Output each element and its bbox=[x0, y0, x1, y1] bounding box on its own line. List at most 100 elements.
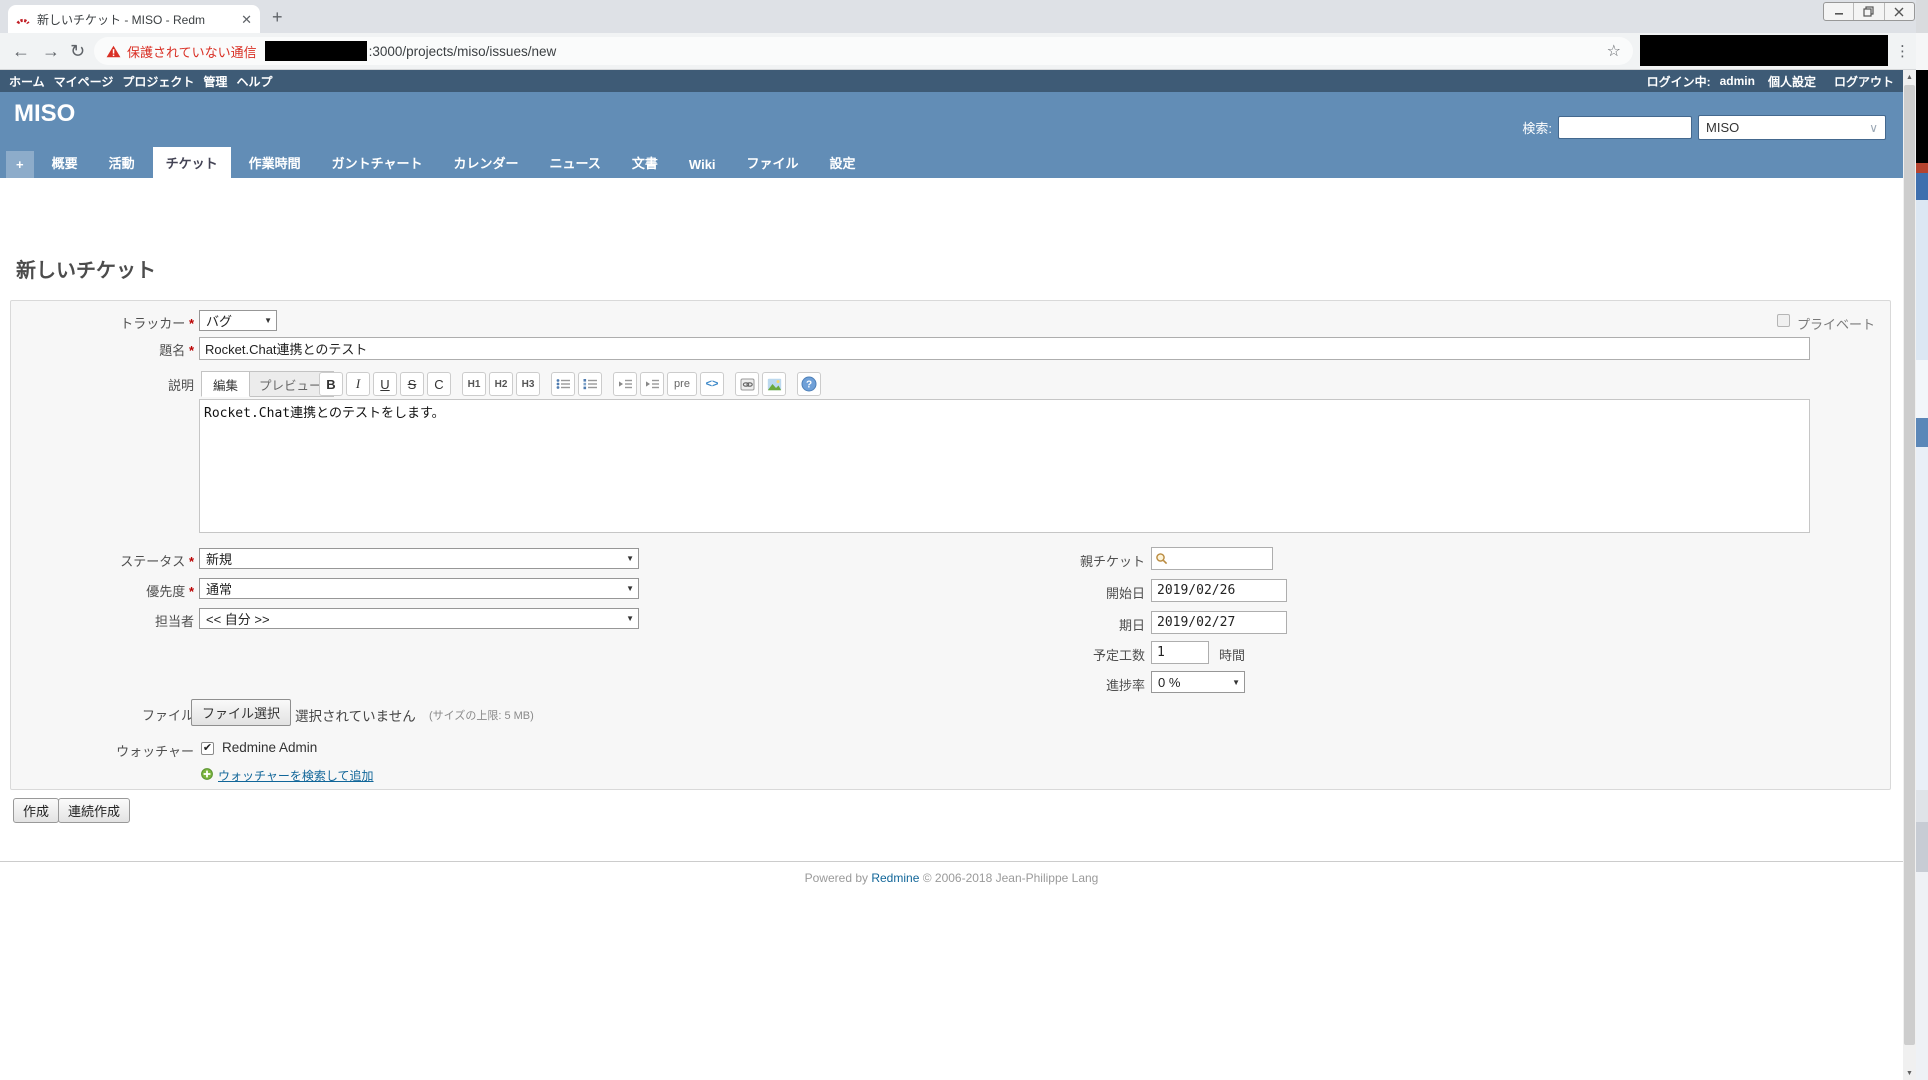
assignee-value: << 自分 >> bbox=[206, 612, 270, 627]
minimize-button[interactable] bbox=[1824, 3, 1853, 20]
tab-close-icon[interactable]: ✕ bbox=[241, 13, 252, 26]
tracker-select[interactable]: バグ ▼ bbox=[199, 310, 277, 331]
copyright-text: © 2006-2018 Jean-Philippe Lang bbox=[922, 871, 1099, 885]
preformatted-button[interactable]: pre bbox=[667, 372, 697, 396]
code-button[interactable]: C bbox=[427, 372, 451, 396]
screen: 新しいチケット - MISO - Redm ✕ + ← → ↻ 保護されていない… bbox=[0, 0, 1928, 1080]
tab-files[interactable]: ファイル bbox=[734, 147, 812, 178]
priority-value: 通常 bbox=[206, 582, 233, 597]
logout-link[interactable]: ログアウト bbox=[1834, 73, 1894, 90]
private-checkbox[interactable] bbox=[1777, 314, 1790, 327]
ordered-list-icon[interactable] bbox=[578, 372, 602, 396]
redmine-link[interactable]: Redmine bbox=[871, 871, 919, 885]
watcher-checkbox[interactable]: ✔ bbox=[201, 742, 214, 755]
wiki-toolbar: B I U S C H1 H2 H3 pre <> ? bbox=[319, 372, 824, 396]
subject-input[interactable] bbox=[199, 337, 1810, 360]
tab-settings[interactable]: 設定 bbox=[817, 147, 869, 178]
search-input[interactable] bbox=[1558, 116, 1692, 139]
choose-file-button[interactable]: ファイル選択 bbox=[191, 699, 292, 726]
help-icon[interactable]: ? bbox=[797, 372, 821, 396]
priority-select[interactable]: 通常 ▼ bbox=[199, 578, 639, 599]
watcher-user-label: Redmine Admin bbox=[222, 740, 318, 755]
unquote-button[interactable] bbox=[640, 372, 664, 396]
status-label: ステータス bbox=[120, 554, 186, 569]
browser-tab[interactable]: 新しいチケット - MISO - Redm ✕ bbox=[8, 5, 260, 33]
select-arrow-icon: ▼ bbox=[626, 584, 634, 593]
status-select[interactable]: 新規 ▼ bbox=[199, 548, 639, 569]
underline-button[interactable]: U bbox=[373, 372, 397, 396]
assignee-select[interactable]: << 自分 >> ▼ bbox=[199, 608, 639, 629]
new-object-tab[interactable]: + bbox=[6, 151, 34, 178]
parent-issue-input[interactable] bbox=[1151, 547, 1273, 570]
reload-icon[interactable]: ↻ bbox=[70, 33, 85, 69]
create-and-continue-button[interactable]: 連続作成 bbox=[58, 798, 131, 823]
hours-unit-label: 時間 bbox=[1219, 648, 1246, 663]
back-icon[interactable]: ← bbox=[12, 33, 30, 69]
top-menu-home[interactable]: ホーム bbox=[9, 73, 45, 90]
heading2-button[interactable]: H2 bbox=[489, 372, 513, 396]
tab-news[interactable]: ニュース bbox=[537, 147, 614, 178]
blockquote-button[interactable] bbox=[613, 372, 637, 396]
due-date-input[interactable] bbox=[1151, 611, 1287, 634]
not-secure-warning-icon[interactable] bbox=[106, 45, 121, 58]
bold-button[interactable]: B bbox=[319, 372, 343, 396]
tab-title: 新しいチケット - MISO - Redm bbox=[37, 12, 206, 27]
priority-label: 優先度 bbox=[146, 584, 186, 599]
page-scrollbar[interactable]: ▲ ▼ bbox=[1903, 70, 1916, 1080]
wiki-link-icon[interactable] bbox=[735, 372, 759, 396]
tab-activity[interactable]: 活動 bbox=[96, 147, 148, 178]
redmine-favicon-icon bbox=[16, 12, 30, 26]
add-watcher-link[interactable]: ウォッチャーを検索して追加 bbox=[218, 767, 374, 784]
tab-wiki[interactable]: Wiki bbox=[676, 151, 729, 178]
logged-in-user-link[interactable]: admin bbox=[1720, 74, 1755, 88]
top-menu-my-page[interactable]: マイページ bbox=[54, 73, 114, 90]
inline-code-button[interactable]: <> bbox=[700, 372, 724, 396]
heading1-button[interactable]: H1 bbox=[462, 372, 486, 396]
start-date-input[interactable] bbox=[1151, 579, 1287, 602]
logged-in-label: ログイン中: bbox=[1646, 74, 1711, 89]
new-tab-button[interactable]: + bbox=[272, 7, 283, 28]
address-bar[interactable]: 保護されていない通信 :3000/projects/miso/issues/ne… bbox=[94, 37, 1633, 65]
not-secure-label[interactable]: 保護されていない通信 bbox=[127, 42, 257, 61]
project-jump-select[interactable]: MISO ∨ bbox=[1698, 115, 1886, 140]
create-button[interactable]: 作成 bbox=[13, 798, 60, 823]
forward-icon[interactable]: → bbox=[42, 33, 60, 69]
bookmark-star-icon[interactable]: ☆ bbox=[1607, 41, 1621, 61]
top-menu-administration[interactable]: 管理 bbox=[203, 73, 227, 90]
url-text[interactable]: :3000/projects/miso/issues/new bbox=[369, 44, 557, 59]
estimated-hours-label: 予定工数 bbox=[1092, 648, 1145, 663]
tab-documents[interactable]: 文書 bbox=[619, 147, 671, 178]
image-icon[interactable] bbox=[762, 372, 786, 396]
strikethrough-button[interactable]: S bbox=[400, 372, 424, 396]
background-window-strip bbox=[1916, 0, 1928, 1080]
tab-overview[interactable]: 概要 bbox=[39, 147, 91, 178]
tab-gantt[interactable]: ガントチャート bbox=[319, 147, 436, 178]
description-textarea[interactable]: Rocket.Chat連携とのテストをします。 bbox=[199, 399, 1810, 533]
new-issue-form: プライベート トラッカー * バグ ▼ 題名 * 説明 編集 プレビュー B I… bbox=[10, 300, 1891, 790]
scroll-down-icon[interactable]: ▼ bbox=[1903, 1066, 1916, 1080]
private-label: プライベート bbox=[1797, 317, 1876, 332]
tab-spent-time[interactable]: 作業時間 bbox=[236, 147, 314, 178]
footer: Powered by Redmine © 2006-2018 Jean-Phil… bbox=[0, 871, 1903, 885]
scrollbar-thumb[interactable] bbox=[1904, 85, 1915, 1045]
due-date-label: 期日 bbox=[1118, 618, 1145, 633]
unordered-list-icon[interactable] bbox=[551, 372, 575, 396]
browser-menu-icon[interactable]: ⋮ bbox=[1895, 42, 1910, 60]
tab-issues[interactable]: チケット bbox=[152, 147, 231, 178]
restore-button[interactable] bbox=[1853, 3, 1883, 20]
italic-button[interactable]: I bbox=[346, 372, 370, 396]
scroll-up-icon[interactable]: ▲ bbox=[1903, 70, 1916, 84]
done-ratio-select[interactable]: 0 % ▼ bbox=[1151, 671, 1245, 693]
select-arrow-icon: ▼ bbox=[626, 614, 634, 623]
top-menu-projects[interactable]: プロジェクト bbox=[122, 73, 194, 90]
assignee-label: 担当者 bbox=[154, 614, 194, 629]
heading3-button[interactable]: H3 bbox=[516, 372, 540, 396]
page-title: 新しいチケット bbox=[16, 260, 156, 282]
estimated-hours-input[interactable] bbox=[1151, 641, 1209, 664]
close-window-button[interactable] bbox=[1883, 3, 1914, 20]
top-menu-help[interactable]: ヘルプ bbox=[236, 73, 272, 90]
add-watcher-icon[interactable] bbox=[201, 768, 213, 780]
description-edit-tab[interactable]: 編集 bbox=[201, 371, 251, 397]
my-account-link[interactable]: 個人設定 bbox=[1768, 73, 1816, 90]
tab-calendar[interactable]: カレンダー bbox=[441, 147, 532, 178]
